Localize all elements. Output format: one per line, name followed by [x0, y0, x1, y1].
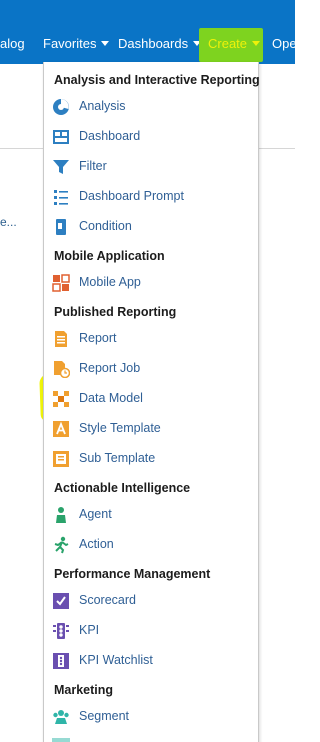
menu-item-label: Action — [79, 537, 114, 551]
data-model-icon — [53, 391, 69, 407]
section-performance: Performance Management — [54, 567, 211, 581]
menu-item-label: Dashboard Prompt — [79, 189, 184, 203]
action-runner-icon — [54, 536, 69, 554]
menu-item-label: Report Job — [79, 361, 141, 375]
section-marketing: Marketing — [54, 683, 114, 697]
menu-item-scorecard[interactable]: Scorecard — [44, 588, 258, 614]
pie-chart-icon — [53, 99, 69, 115]
sub-template-icon — [53, 451, 69, 467]
section-published: Published Reporting — [54, 305, 177, 319]
nav-dashboards-label: Dashboards — [118, 36, 189, 51]
menu-item-report[interactable]: Report — [44, 326, 258, 352]
menu-item-label: Segment — [79, 709, 130, 723]
scorecard-icon — [53, 593, 69, 609]
menu-item-analysis[interactable]: Analysis — [44, 94, 258, 120]
menu-item-segment[interactable]: Segment — [44, 704, 258, 730]
menu-item-label: KPI — [79, 623, 100, 637]
section-actionable: Actionable Intelligence — [54, 481, 191, 495]
nav-dashboards[interactable]: Dashboards — [118, 36, 202, 51]
menu-item-label: Sub Template — [79, 451, 156, 465]
menu-item-label: Dashboard — [79, 129, 141, 143]
menu-item-action[interactable]: Action — [44, 532, 258, 558]
menu-item-dashboard-prompt[interactable]: Dashboard Prompt — [44, 184, 258, 210]
menu-item-label: Report — [79, 331, 117, 345]
chevron-down-icon — [252, 41, 261, 46]
dashboard-grid-icon — [53, 130, 69, 144]
background-truncated-text: e... — [0, 215, 17, 229]
nav-create-label: Create — [208, 36, 248, 51]
menu-item-kpi[interactable]: KPI — [44, 618, 258, 644]
nav-open[interactable]: Ope — [272, 36, 295, 51]
nav-favorites[interactable]: Favorites — [43, 36, 110, 51]
menu-item-label: Filter — [79, 159, 107, 173]
nav-favorites-label: Favorites — [43, 36, 97, 51]
menu-item-label: Data Model — [79, 391, 143, 405]
menu-item-label: Scorecard — [79, 593, 136, 607]
nav-catalog[interactable]: alog — [0, 36, 25, 51]
menu-item-kpi-watchlist[interactable]: KPI Watchlist — [44, 648, 258, 674]
menu-item-dashboard[interactable]: Dashboard — [44, 124, 258, 150]
menu-item-label: Style Template — [79, 421, 161, 435]
menu-item-mobile-app[interactable]: Mobile App — [44, 270, 258, 296]
prompt-list-icon — [54, 190, 68, 205]
segment-group-icon — [53, 710, 69, 724]
screenshot-stage: { "nav": { "items": [ {"label": "alog"},… — [0, 0, 295, 742]
funnel-icon — [53, 160, 69, 174]
create-dropdown-menu: Analysis and Interactive Reporting Analy… — [43, 62, 260, 742]
style-template-icon — [53, 421, 69, 437]
menu-item-label: Analysis — [79, 99, 126, 113]
section-analysis: Analysis and Interactive Reporting — [54, 73, 260, 87]
chevron-down-icon — [101, 41, 110, 46]
menu-item-sub-template[interactable]: Sub Template — [44, 446, 258, 472]
menu-item-data-model[interactable]: Data Model — [44, 386, 258, 412]
menu-item-style-template[interactable]: Style Template — [44, 416, 258, 442]
kpi-icon — [53, 623, 69, 639]
mobile-app-icon — [52, 274, 70, 292]
scheduled-report-icon — [54, 361, 70, 378]
nav-create[interactable]: Create — [208, 36, 261, 51]
condition-icon — [56, 219, 66, 235]
menu-item-report-job[interactable]: Report Job — [44, 356, 258, 382]
menu-item-condition[interactable]: Condition — [44, 214, 258, 240]
menu-item-filter[interactable]: Filter — [44, 154, 258, 180]
section-mobile: Mobile Application — [54, 249, 165, 263]
menu-item-label: Condition — [79, 219, 132, 233]
menu-item-label: Mobile App — [79, 275, 141, 289]
next-item-icon-partial — [52, 738, 70, 742]
menu-item-label: Agent — [79, 507, 112, 521]
menu-item-label: KPI Watchlist — [79, 653, 153, 667]
agent-person-icon — [56, 507, 66, 523]
menu-item-agent[interactable]: Agent — [44, 502, 258, 528]
kpi-watchlist-icon — [53, 653, 69, 669]
report-document-icon — [55, 331, 67, 347]
